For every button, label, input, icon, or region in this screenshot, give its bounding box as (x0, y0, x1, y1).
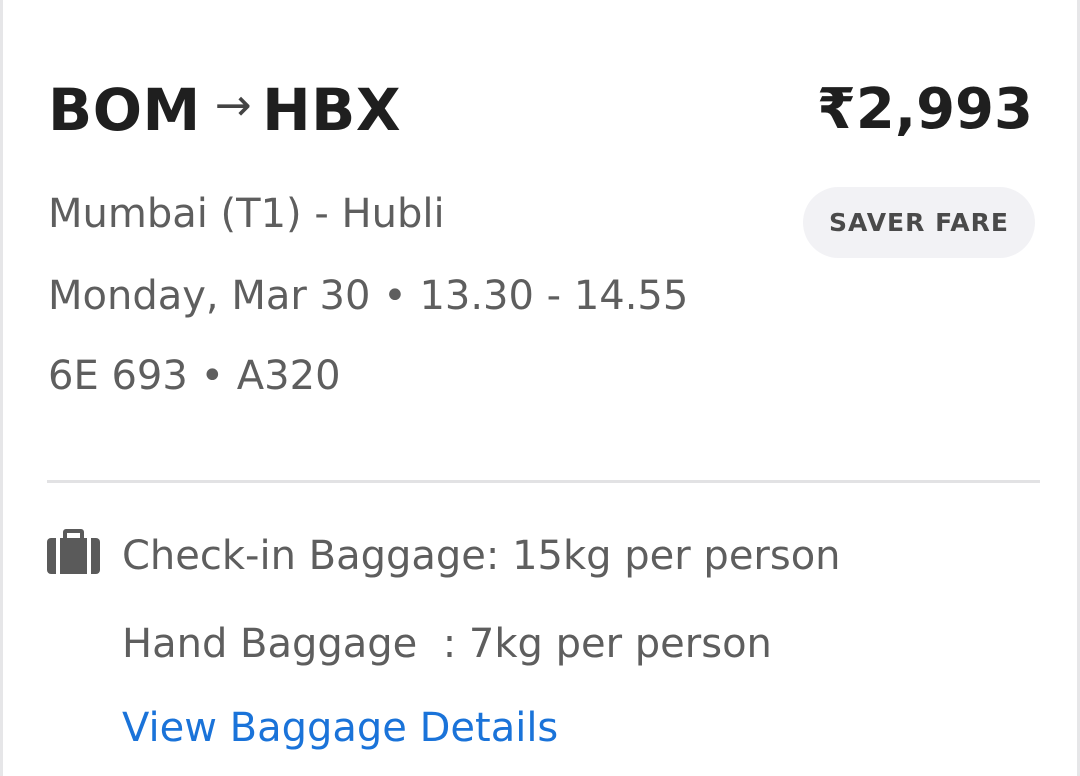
destination-code: HBX (262, 76, 402, 144)
fare-type-badge: SAVER FARE (803, 187, 1035, 258)
flight-card: BOM → HBX ₹2,993 SAVER FARE Mumbai (T1) - … (0, 0, 1080, 776)
route-cities: Mumbai (T1) - Hubli (48, 191, 445, 237)
fare-price: ₹2,993 (816, 77, 1033, 142)
origin-code: BOM (48, 76, 201, 144)
divider (47, 480, 1040, 483)
flight-number-aircraft: 6E 693 • A320 (48, 353, 341, 399)
checkin-baggage: Check-in Baggage: 15kg per person (122, 533, 841, 579)
briefcase-icon (47, 529, 100, 574)
flight-datetime: Monday, Mar 30 • 13.30 - 14.55 (48, 273, 689, 319)
route-title: BOM → HBX (48, 72, 401, 154)
hand-baggage: Hand Baggage : 7kg per person (122, 621, 772, 667)
view-baggage-details-link[interactable]: View Baggage Details (122, 703, 558, 753)
arrow-right-icon: → (214, 80, 253, 131)
